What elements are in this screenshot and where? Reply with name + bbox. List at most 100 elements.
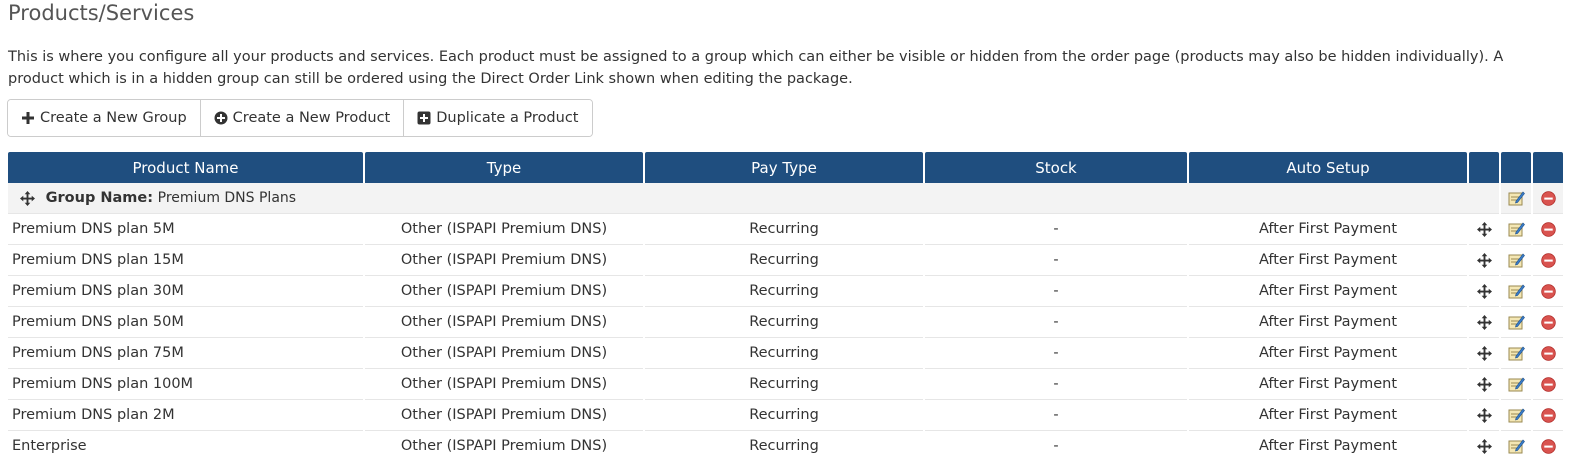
table-row: Premium DNS plan 75M Other (ISPAPI Premi… — [8, 338, 1563, 369]
edit-icon[interactable] — [1508, 376, 1525, 392]
plus-icon — [22, 112, 34, 124]
group-name-label: Group Name: — [45, 190, 154, 206]
edit-icon[interactable] — [1508, 438, 1525, 454]
row-edit-cell — [1501, 431, 1531, 457]
row-edit-cell — [1501, 400, 1531, 431]
duplicate-product-label: Duplicate a Product — [436, 110, 579, 126]
move-icon[interactable] — [1476, 252, 1492, 268]
duplicate-product-button[interactable]: Duplicate a Product — [404, 100, 592, 136]
product-name-cell[interactable]: Premium DNS plan 15M — [8, 245, 363, 276]
page-intro: This is where you configure all your pro… — [8, 49, 1504, 87]
product-pay-type-cell: Recurring — [645, 307, 923, 338]
edit-icon[interactable] — [1508, 221, 1525, 237]
edit-icon[interactable] — [1508, 190, 1525, 206]
product-pay-type-cell: Recurring — [645, 214, 923, 245]
create-group-button[interactable]: Create a New Group — [8, 100, 201, 136]
table-row: Enterprise Other (ISPAPI Premium DNS) Re… — [8, 431, 1563, 457]
row-move-cell — [1469, 338, 1499, 369]
table-row: Premium DNS plan 100M Other (ISPAPI Prem… — [8, 369, 1563, 400]
move-icon[interactable] — [20, 190, 35, 206]
product-auto-setup-cell: After First Payment — [1189, 369, 1467, 400]
products-services-page: Products/Services This is where you conf… — [0, 0, 1571, 457]
delete-icon[interactable] — [1540, 345, 1556, 361]
create-product-label: Create a New Product — [232, 110, 391, 126]
edit-icon[interactable] — [1508, 252, 1525, 268]
product-type-cell: Other (ISPAPI Premium DNS) — [365, 369, 643, 400]
action-toolbar: Create a New Group Create a New Product … — [7, 99, 593, 137]
product-auto-setup-cell: After First Payment — [1189, 307, 1467, 338]
create-product-button[interactable]: Create a New Product — [200, 100, 405, 136]
edit-icon[interactable] — [1508, 345, 1525, 361]
col-product-name[interactable]: Product Name — [8, 152, 363, 183]
group-row: Group Name: Premium DNS Plans — [8, 183, 1563, 214]
product-stock-cell: - — [925, 245, 1187, 276]
product-type-cell: Other (ISPAPI Premium DNS) — [365, 400, 643, 431]
products-table: Product Name Type Pay Type Stock Auto Se… — [6, 152, 1565, 457]
edit-icon[interactable] — [1508, 283, 1525, 299]
delete-icon[interactable] — [1540, 438, 1556, 454]
plus-circle-icon — [214, 111, 228, 125]
product-auto-setup-cell: After First Payment — [1189, 400, 1467, 431]
row-delete-cell — [1533, 245, 1563, 276]
move-icon[interactable] — [1476, 407, 1492, 423]
product-auto-setup-cell: After First Payment — [1189, 338, 1467, 369]
col-move — [1469, 152, 1499, 183]
table-row: Premium DNS plan 5M Other (ISPAPI Premiu… — [8, 214, 1563, 245]
delete-icon[interactable] — [1540, 252, 1556, 268]
page-title: Products/Services — [8, 1, 195, 25]
delete-icon[interactable] — [1540, 221, 1556, 237]
create-group-label: Create a New Group — [40, 110, 187, 126]
move-icon[interactable] — [1476, 438, 1492, 454]
table-row: Premium DNS plan 2M Other (ISPAPI Premiu… — [8, 400, 1563, 431]
product-stock-cell: - — [925, 276, 1187, 307]
delete-icon[interactable] — [1540, 283, 1556, 299]
product-name-cell[interactable]: Premium DNS plan 2M — [8, 400, 363, 431]
row-delete-cell — [1533, 369, 1563, 400]
group-cell: Group Name: Premium DNS Plans — [8, 183, 1499, 214]
move-icon[interactable] — [1476, 283, 1492, 299]
row-move-cell — [1469, 431, 1499, 457]
move-icon[interactable] — [1476, 314, 1492, 330]
delete-icon[interactable] — [1540, 314, 1556, 330]
col-auto-setup[interactable]: Auto Setup — [1189, 152, 1467, 183]
edit-icon[interactable] — [1508, 314, 1525, 330]
row-edit-cell — [1501, 338, 1531, 369]
col-type[interactable]: Type — [365, 152, 643, 183]
product-name-cell[interactable]: Premium DNS plan 5M — [8, 214, 363, 245]
product-name-cell[interactable]: Premium DNS plan 30M — [8, 276, 363, 307]
move-icon[interactable] — [1476, 221, 1492, 237]
product-stock-cell: - — [925, 431, 1187, 457]
col-pay-type[interactable]: Pay Type — [645, 152, 923, 183]
move-icon[interactable] — [1476, 376, 1492, 392]
product-auto-setup-cell: After First Payment — [1189, 431, 1467, 457]
edit-icon[interactable] — [1508, 407, 1525, 423]
product-name-cell[interactable]: Premium DNS plan 50M — [8, 307, 363, 338]
product-name-cell[interactable]: Enterprise — [8, 431, 363, 457]
delete-icon[interactable] — [1540, 376, 1556, 392]
row-delete-cell — [1533, 276, 1563, 307]
product-name-cell[interactable]: Premium DNS plan 75M — [8, 338, 363, 369]
product-type-cell: Other (ISPAPI Premium DNS) — [365, 214, 643, 245]
table-header-row: Product Name Type Pay Type Stock Auto Se… — [8, 152, 1563, 183]
product-type-cell: Other (ISPAPI Premium DNS) — [365, 338, 643, 369]
row-edit-cell — [1501, 214, 1531, 245]
product-stock-cell: - — [925, 214, 1187, 245]
row-edit-cell — [1501, 276, 1531, 307]
row-move-cell — [1469, 369, 1499, 400]
product-pay-type-cell: Recurring — [645, 245, 923, 276]
row-edit-cell — [1501, 245, 1531, 276]
row-move-cell — [1469, 307, 1499, 338]
row-delete-cell — [1533, 338, 1563, 369]
table-row: Premium DNS plan 30M Other (ISPAPI Premi… — [8, 276, 1563, 307]
delete-icon[interactable] — [1540, 190, 1556, 206]
move-icon[interactable] — [1476, 345, 1492, 361]
product-pay-type-cell: Recurring — [645, 400, 923, 431]
row-delete-cell — [1533, 214, 1563, 245]
product-auto-setup-cell: After First Payment — [1189, 214, 1467, 245]
product-stock-cell: - — [925, 369, 1187, 400]
product-auto-setup-cell: After First Payment — [1189, 245, 1467, 276]
delete-icon[interactable] — [1540, 407, 1556, 423]
product-name-cell[interactable]: Premium DNS plan 100M — [8, 369, 363, 400]
row-move-cell — [1469, 276, 1499, 307]
col-stock[interactable]: Stock — [925, 152, 1187, 183]
